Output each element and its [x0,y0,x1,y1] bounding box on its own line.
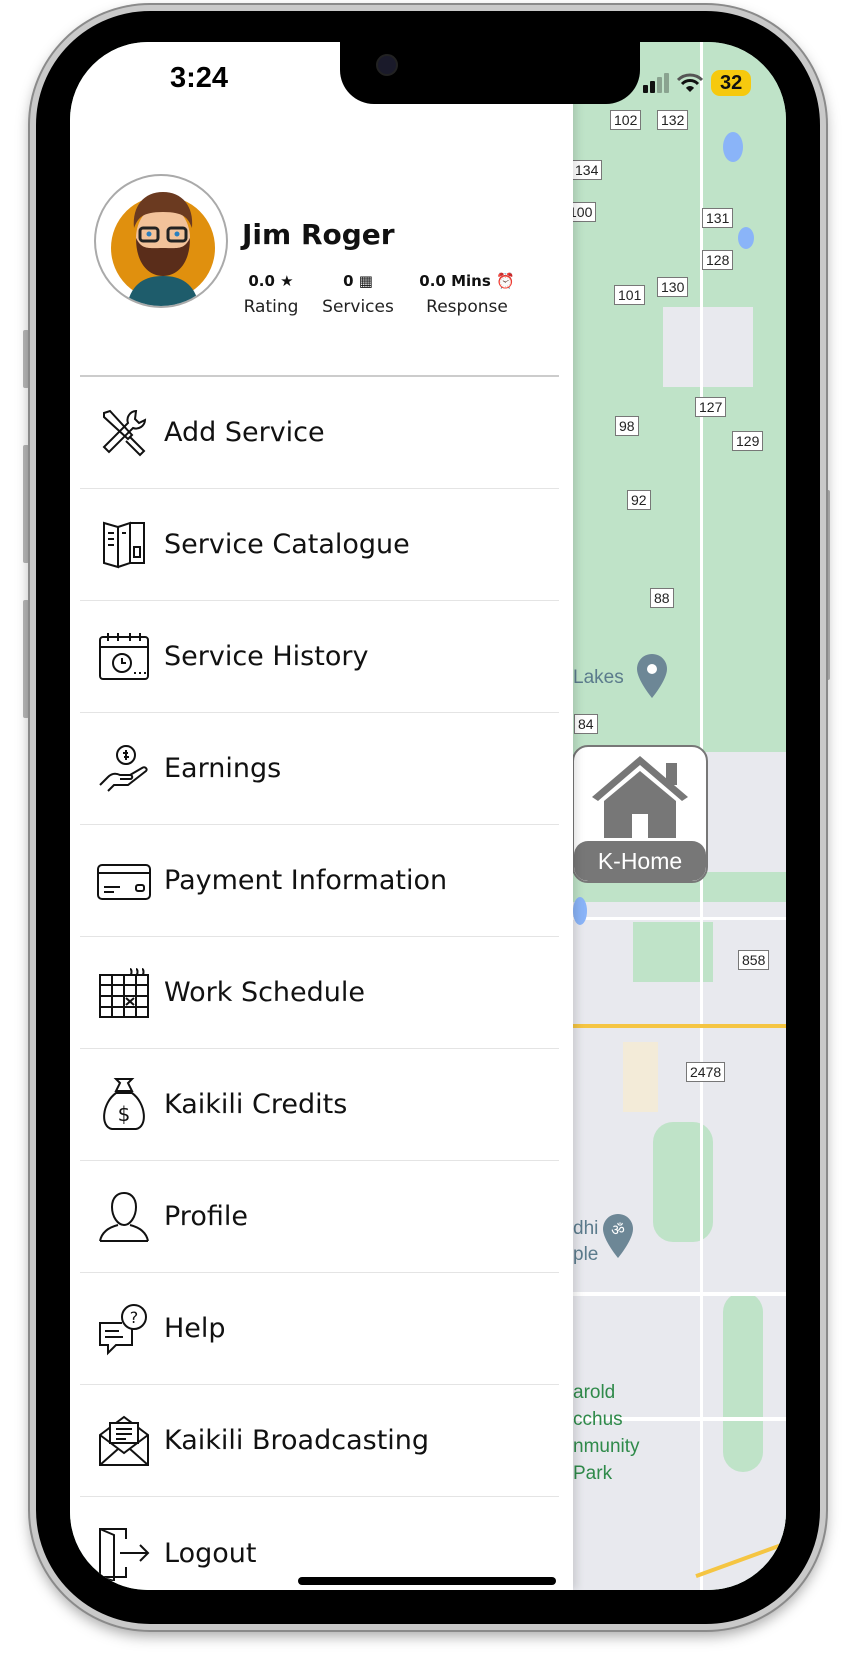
rating-label: Rating [243,297,299,317]
tools-icon [102,409,147,456]
svg-text:?: ? [130,1308,139,1327]
navigation-drawer: Jim Roger 0.0 ★ Rating 0 ▦ Services 0.0 … [70,42,573,1590]
menu-item-kaikili-credits[interactable]: $ Kaikili Credits [80,1049,559,1161]
road-shield: 127 [695,397,727,417]
menu-item-help[interactable]: ? Help [80,1273,559,1385]
menu-item-kaikili-broadcasting[interactable]: Kaikili Broadcasting [80,1385,559,1497]
rating-stat: 0.0 ★ Rating [228,272,314,317]
temple-pin-icon[interactable]: ॐ [601,1212,635,1260]
money-bag-icon: $ [103,1077,145,1130]
calculator-icon: ▦ [358,272,373,290]
services-stat: 0 ▦ Services [313,272,403,317]
k-home-marker[interactable]: K-Home [572,745,708,883]
response-label: Response [426,297,508,317]
camera [376,54,398,76]
rating-value: 0.0 [248,272,275,290]
road-shield: 129 [732,431,764,451]
k-home-label: K-Home [574,841,706,881]
menu-label: Kaikili Broadcasting [164,1425,430,1456]
road-shield: 88 [650,588,674,608]
menu-label: Payment Information [164,865,448,896]
house-icon [592,756,688,838]
menu-label: Add Service [164,417,325,448]
menu-item-payment-information[interactable]: Payment Information [80,825,559,937]
profile-name: Jim Roger [242,218,395,251]
wifi-icon [677,73,703,92]
calendar-clock-icon [99,632,149,680]
map-label: Park [573,1463,613,1484]
credit-card-icon [97,863,151,900]
road-shield: 100 [573,202,597,222]
road-shield: 84 [574,714,598,734]
map-label: dhi [573,1218,599,1239]
map-label: ple [573,1244,599,1265]
battery-indicator: 32 [711,70,752,96]
road-shield: 858 [738,950,770,970]
svg-text:ॐ: ॐ [611,1221,625,1239]
menu-item-service-catalogue[interactable]: Service Catalogue [80,489,559,601]
menu-item-work-schedule[interactable]: Work Schedule [80,937,559,1049]
svg-text:$: $ [118,1102,131,1126]
envelope-icon [99,1415,149,1466]
menu-label: Work Schedule [164,977,366,1008]
status-icons: 32 [643,70,752,96]
map-label: Lakes [573,667,624,688]
star-icon: ★ [280,272,294,290]
map-label: nmunity [573,1436,640,1457]
road-shield: 134 [573,160,603,180]
logout-door-icon [99,1528,150,1581]
screen: 106 102 132 134 100 131 128 101 130 127 … [70,42,786,1590]
help-chat-icon: ? [99,1303,147,1355]
catalogue-icon [103,521,145,568]
road-shield: 131 [702,208,734,228]
menu-label: Earnings [164,753,282,784]
home-indicator[interactable] [298,1577,556,1585]
menu-label: Service History [164,641,369,672]
signal-icon [643,73,669,93]
hand-coin-icon [99,744,148,792]
schedule-grid-icon [99,967,149,1018]
road-shield: 128 [702,250,734,270]
avatar[interactable] [94,174,228,308]
menu-item-profile[interactable]: Profile [80,1161,559,1273]
menu-label: Service Catalogue [164,529,410,560]
map-pin-icon[interactable] [635,652,669,700]
user-icon [99,1191,149,1242]
menu-label: Help [164,1313,226,1344]
menu-label: Kaikili Credits [164,1089,348,1120]
services-label: Services [322,297,394,317]
road-shield: 102 [610,110,642,130]
menu-item-earnings[interactable]: Earnings [80,713,559,825]
alarm-clock-icon: ⏰ [496,272,515,290]
response-value: 0.0 Mins [419,272,491,290]
menu-item-service-history[interactable]: Service History [80,601,559,713]
map-label: cchus [573,1409,623,1430]
map-label: arold [573,1382,616,1403]
response-stat: 0.0 Mins ⏰ Response [415,272,519,317]
road-shield: 130 [657,277,689,297]
road-shield: 92 [627,490,651,510]
road-shield: 132 [657,110,689,130]
services-value: 0 [343,272,354,290]
menu-label: Logout [164,1537,257,1569]
menu-item-add-service[interactable]: Add Service [80,377,559,489]
road-shield: 101 [614,285,646,305]
menu-label: Profile [164,1201,248,1232]
road-shield: 98 [615,416,639,436]
drawer-menu: Add Service Service Catalogue Service Hi… [80,377,559,1590]
status-time: 3:24 [170,62,229,94]
road-shield: 2478 [686,1062,726,1082]
